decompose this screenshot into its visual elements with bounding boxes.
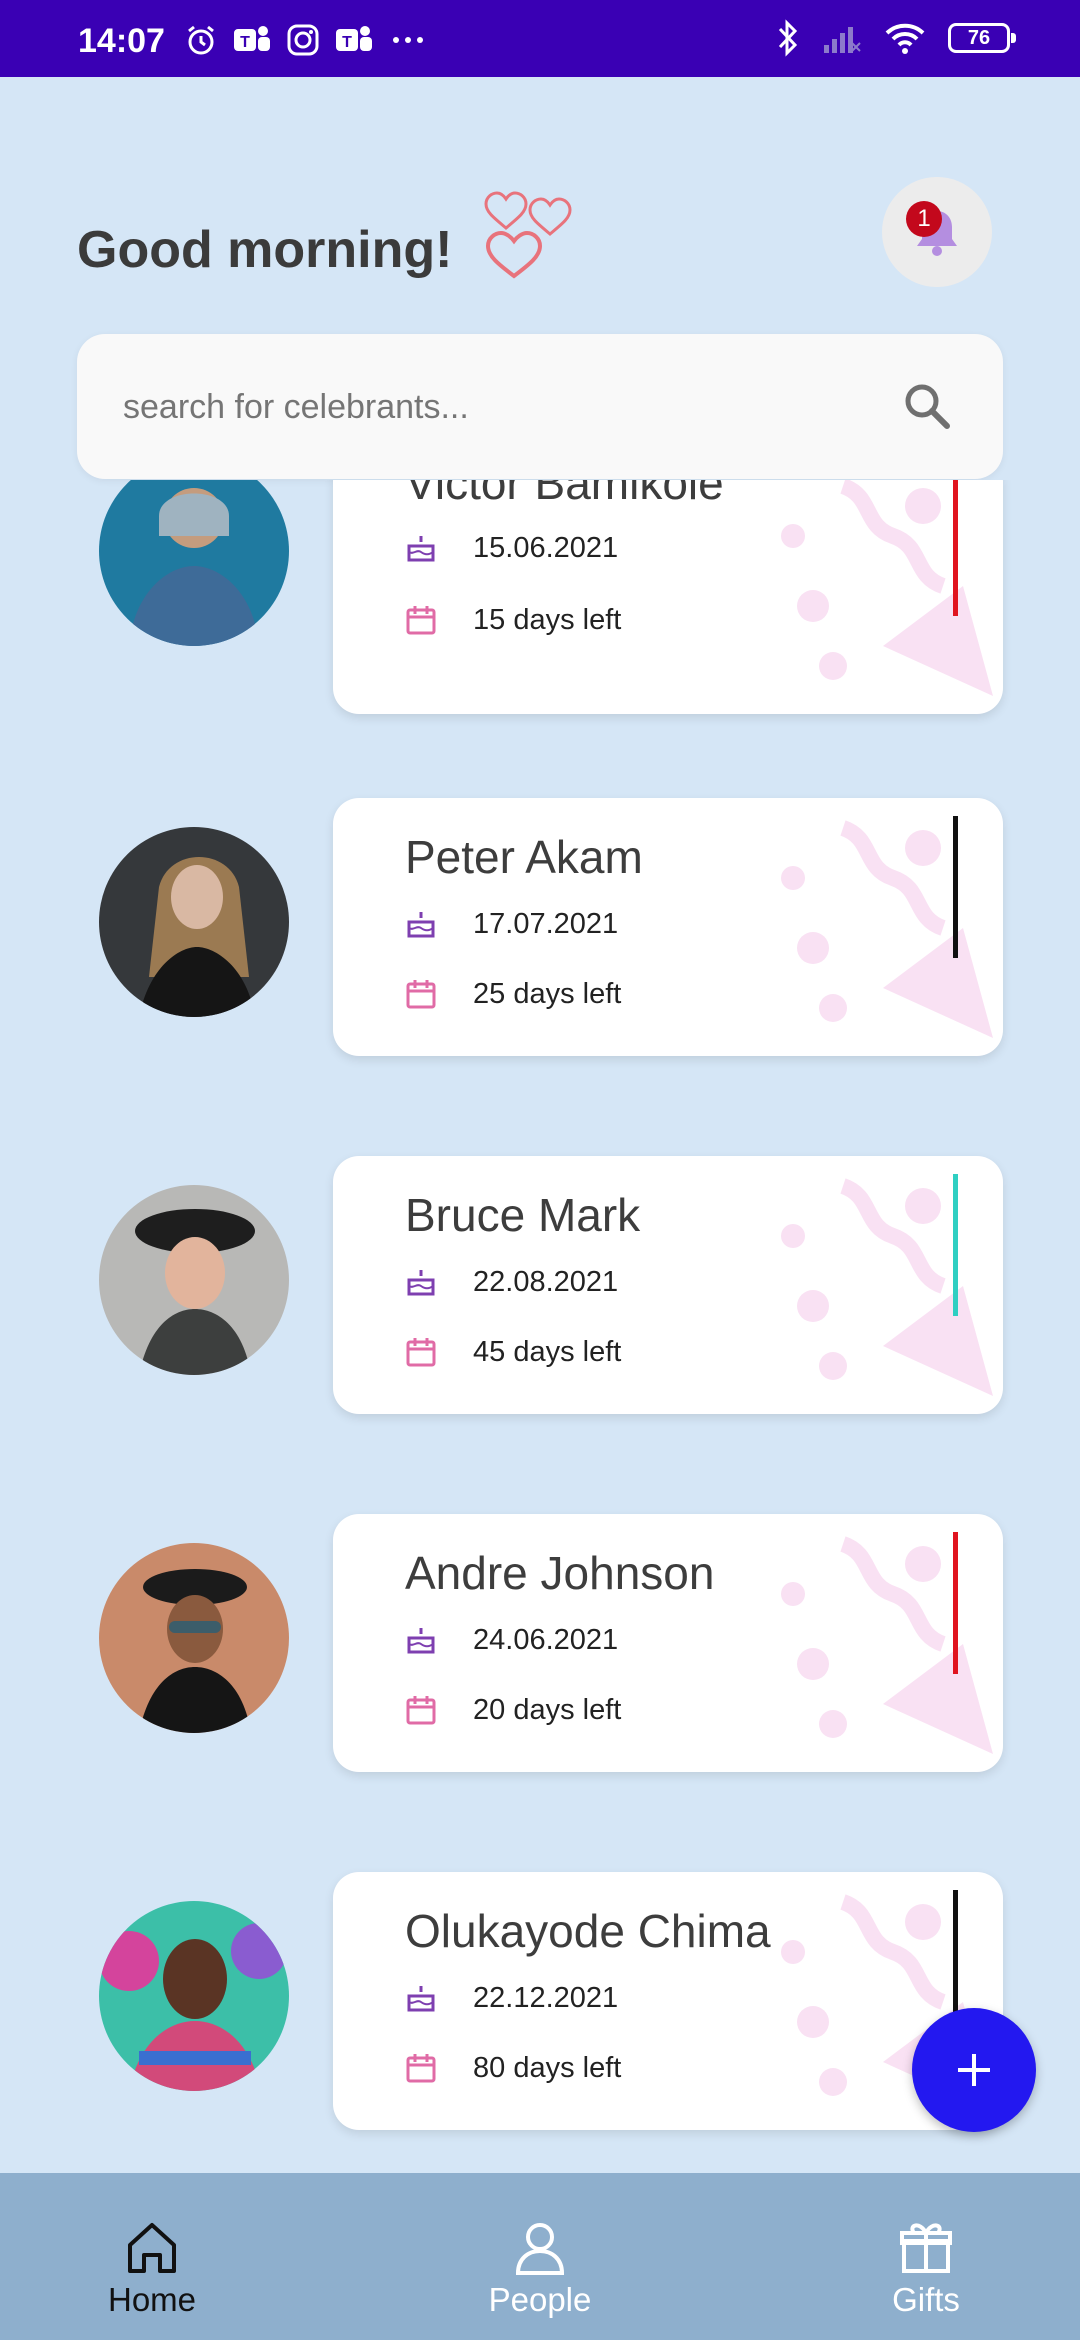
more-icon: [393, 37, 423, 43]
bottom-navigation: Home People Gifts: [0, 2173, 1080, 2340]
calendar-icon: [406, 1696, 436, 1725]
days-left: 80 days left: [473, 2051, 622, 2084]
birthday-date: 24.06.2021: [473, 1623, 619, 1656]
teams-icon: T: [234, 26, 270, 51]
celebrant-card[interactable]: Olukayode Chima 22.12.2021 80 days left: [333, 1872, 1003, 2130]
nav-home[interactable]: Home: [52, 2173, 252, 2340]
list-item[interactable]: Andre Johnson 24.06.2021 20 days left: [0, 1514, 1080, 1772]
avatar: [99, 1901, 289, 2091]
status-time: 14:07: [78, 22, 165, 60]
status-bar: 14:07 T T 76: [0, 0, 1080, 77]
nav-people-label: People: [488, 2281, 592, 2318]
plus-icon: [958, 2054, 990, 2086]
svg-text:T: T: [342, 34, 352, 51]
notification-badge: 1: [906, 201, 942, 237]
nav-people[interactable]: People: [440, 2173, 640, 2340]
search-icon[interactable]: [901, 380, 953, 432]
birthday-date: 22.08.2021: [473, 1265, 619, 1298]
nav-gifts[interactable]: Gifts: [826, 2173, 1026, 2340]
gift-icon: [900, 2223, 952, 2273]
battery-icon: 76: [948, 23, 1016, 53]
notification-button[interactable]: 1: [882, 177, 992, 287]
avatar: [99, 1185, 289, 1375]
home-icon: [128, 2223, 176, 2273]
instagram-icon: [287, 24, 319, 56]
calendar-icon: [406, 1338, 436, 1367]
search-bar: [77, 334, 1003, 481]
search-input[interactable]: [121, 334, 885, 481]
teams-icon: T: [336, 26, 372, 51]
confetti-decoration: [781, 820, 993, 1038]
celebrants-list[interactable]: Victor Bamikole 15.06.2021 15 days left …: [0, 480, 1080, 2173]
accent-bar: [953, 480, 958, 616]
accent-bar: [953, 1532, 958, 1674]
birthday-cake-icon: [407, 1270, 435, 1296]
avatar: [99, 1543, 289, 1733]
hearts-icon: [484, 191, 572, 279]
birthday-cake-icon: [407, 1986, 435, 2012]
signal-icon: [824, 27, 861, 53]
celebrant-card[interactable]: Bruce Mark 22.08.2021 45 days left: [333, 1156, 1003, 1414]
calendar-icon: [406, 980, 436, 1009]
days-left: 15 days left: [473, 603, 622, 636]
nav-gifts-label: Gifts: [892, 2281, 960, 2318]
celebrant-card[interactable]: Victor Bamikole 15.06.2021 15 days left: [333, 480, 1003, 714]
add-celebrant-button[interactable]: [912, 2008, 1036, 2132]
days-left: 45 days left: [473, 1335, 622, 1368]
celebrant-card[interactable]: Andre Johnson 24.06.2021 20 days left: [333, 1514, 1003, 1772]
list-item[interactable]: Bruce Mark 22.08.2021 45 days left: [0, 1156, 1080, 1414]
days-left: 20 days left: [473, 1693, 622, 1726]
accent-bar: [953, 816, 958, 958]
list-item[interactable]: Victor Bamikole 15.06.2021 15 days left: [0, 480, 1080, 714]
days-left: 25 days left: [473, 977, 622, 1010]
confetti-decoration: [781, 480, 993, 696]
nav-home-label: Home: [107, 2281, 197, 2318]
celebrant-name: Olukayode Chima: [405, 1905, 771, 1957]
greeting-title: Good morning!: [77, 221, 453, 279]
confetti-decoration: [781, 1536, 993, 1754]
birthday-cake-icon: [407, 1628, 435, 1654]
celebrant-name: Bruce Mark: [405, 1189, 641, 1241]
birthday-date: 22.12.2021: [473, 1981, 619, 2014]
birthday-cake-icon: [407, 536, 435, 562]
birthday-date: 15.06.2021: [473, 531, 619, 564]
accent-bar: [953, 1174, 958, 1316]
birthday-cake-icon: [407, 912, 435, 938]
list-item[interactable]: Peter Akam 17.07.2021 25 days left: [0, 798, 1080, 1056]
celebrant-name: Andre Johnson: [405, 1547, 715, 1599]
birthday-date: 17.07.2021: [473, 907, 619, 940]
person-icon: [515, 2223, 565, 2275]
confetti-decoration: [781, 1178, 993, 1396]
celebrant-card[interactable]: Peter Akam 17.07.2021 25 days left: [333, 798, 1003, 1056]
calendar-icon: [406, 2054, 436, 2083]
svg-text:T: T: [240, 34, 250, 51]
wifi-icon: [885, 23, 925, 54]
alarm-icon: [188, 25, 214, 55]
calendar-icon: [406, 606, 436, 635]
avatar: [99, 480, 289, 646]
celebrant-name: Victor Bamikole: [405, 480, 724, 509]
avatar: [99, 827, 289, 1017]
bluetooth-icon: [778, 19, 798, 57]
celebrant-name: Peter Akam: [405, 831, 643, 883]
